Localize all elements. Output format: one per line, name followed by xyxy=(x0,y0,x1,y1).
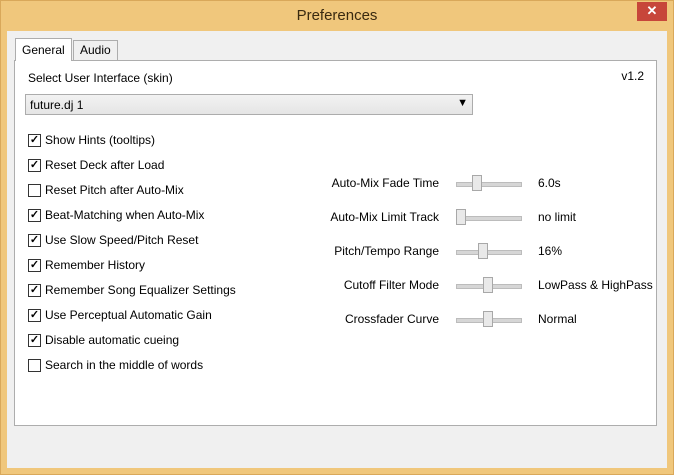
general-panel: Select User Interface (skin) v1.2 future… xyxy=(14,60,657,426)
slider-value: 6.0s xyxy=(538,176,561,190)
slider-value: 16% xyxy=(538,244,563,258)
checkbox-checked-icon[interactable]: ✓ xyxy=(28,259,41,272)
skin-select[interactable]: future.dj 1 ▼ xyxy=(25,94,473,115)
slider-thumb[interactable] xyxy=(472,175,482,191)
window-title: Preferences xyxy=(296,7,378,24)
version-label: v1.2 xyxy=(621,69,644,83)
checkbox-checked-icon[interactable]: ✓ xyxy=(28,334,41,347)
checkbox-checked-icon[interactable]: ✓ xyxy=(28,234,41,247)
slider-label: Crossfader Curve xyxy=(344,312,439,326)
checkbox-checked-icon[interactable]: ✓ xyxy=(28,159,41,172)
slider-thumb[interactable] xyxy=(483,277,493,293)
checkbox-label: Beat-Matching when Auto-Mix xyxy=(45,208,205,222)
checkbox-label: Reset Deck after Load xyxy=(45,158,165,172)
slider-thumb[interactable] xyxy=(483,311,493,327)
checkbox-checked-icon[interactable]: ✓ xyxy=(28,309,41,322)
checkbox-label: Reset Pitch after Auto-Mix xyxy=(45,183,184,197)
checkbox-unchecked-icon[interactable] xyxy=(28,184,41,197)
close-button[interactable]: ✕ xyxy=(637,2,667,21)
tab-general[interactable]: General xyxy=(15,38,72,61)
slider-track[interactable] xyxy=(456,250,522,255)
slider-value: no limit xyxy=(538,210,577,224)
slider-thumb[interactable] xyxy=(478,243,488,259)
slider-row: Cutoff Filter Mode LowPass & HighPass xyxy=(315,276,653,296)
slider-row: Auto-Mix Fade Time 6.0s xyxy=(315,174,645,194)
chevron-down-icon: ▼ xyxy=(457,97,468,109)
client-area: General Audio Select User Interface (ski… xyxy=(7,31,667,468)
slider-value: Normal xyxy=(538,312,577,326)
slider-label: Cutoff Filter Mode xyxy=(343,278,439,292)
slider-label: Auto-Mix Limit Track xyxy=(330,210,439,224)
slider-thumb[interactable] xyxy=(456,209,466,225)
checkbox-label: Remember History xyxy=(45,258,146,272)
slider-row: Pitch/Tempo Range 16% xyxy=(315,242,645,262)
checkbox-label: Search in the middle of words xyxy=(45,358,204,372)
checkbox-checked-icon[interactable]: ✓ xyxy=(28,209,41,222)
slider-track[interactable] xyxy=(456,182,522,187)
checkbox-label: Use Slow Speed/Pitch Reset xyxy=(45,233,199,247)
checkbox-checked-icon[interactable]: ✓ xyxy=(28,284,41,297)
checkbox-checked-icon[interactable]: ✓ xyxy=(28,134,41,147)
slider-row: Auto-Mix Limit Track no limit xyxy=(315,208,645,228)
skin-label: Select User Interface (skin) xyxy=(28,71,173,85)
slider-row: Crossfader Curve Normal xyxy=(315,310,645,330)
preferences-window: Preferences ✕ General Audio Select User … xyxy=(0,0,674,475)
checkbox-unchecked-icon[interactable] xyxy=(28,359,41,372)
close-icon: ✕ xyxy=(646,3,658,18)
checkbox-label: Use Perceptual Automatic Gain xyxy=(45,308,212,322)
title-bar[interactable]: Preferences ✕ xyxy=(1,1,673,31)
checkbox-label: Disable automatic cueing xyxy=(45,333,180,347)
slider-label: Pitch/Tempo Range xyxy=(334,244,439,258)
checkbox-label: Show Hints (tooltips) xyxy=(45,133,156,147)
tab-audio[interactable]: Audio xyxy=(73,40,118,60)
checkbox-label: Remember Song Equalizer Settings xyxy=(45,283,236,297)
skin-select-value: future.dj 1 xyxy=(30,98,84,112)
slider-label: Auto-Mix Fade Time xyxy=(331,176,439,190)
slider-value: LowPass & HighPass xyxy=(538,278,653,292)
